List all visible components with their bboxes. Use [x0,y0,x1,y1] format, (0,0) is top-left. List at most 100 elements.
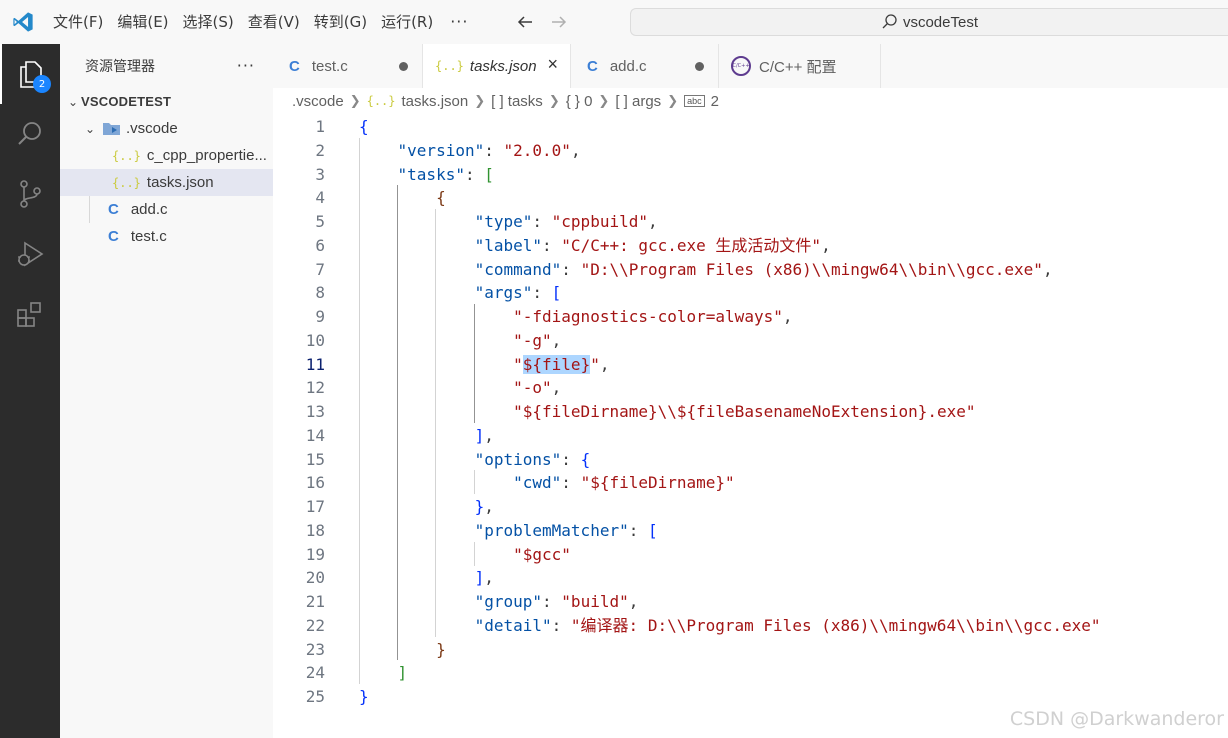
code-line: 20 ], [305,568,494,588]
tree-file-label: c_cpp_propertie... [146,147,267,164]
extensions-icon[interactable] [0,284,60,344]
json-file-icon: {..} [366,94,396,108]
explorer-header: 资源管理器 ··· [60,44,273,88]
breadcrumb-item[interactable]: tasks.json [402,93,469,110]
folder-vscode-icon [103,122,120,135]
menu-view[interactable]: 查看(V) [241,0,307,44]
json-file-icon: {..} [112,175,141,190]
code-line: 14 ], [305,425,494,445]
tab-cpp-config[interactable]: C/C++ C/C++ 配置 [719,44,881,88]
explorer-badge: 2 [33,75,51,93]
tab-tasks-json[interactable]: {..} tasks.json × [423,44,571,88]
close-icon[interactable]: × [547,54,558,75]
title-bar: 文件(F) 编辑(E) 选择(S) 查看(V) 转到(G) 运行(R) ··· … [0,0,1228,44]
tree-file-tasks-json[interactable]: {..} tasks.json [60,169,273,196]
chevron-right-icon: ❯ [474,93,486,108]
search-icon [882,14,897,29]
editor-tabs: C test.c {..} tasks.json × C add.c C/C++… [273,44,1228,88]
vscode-logo-icon[interactable] [0,0,46,44]
tab-test-c[interactable]: C test.c [273,44,423,88]
menu-selection[interactable]: 选择(S) [176,0,241,44]
breadcrumb-item[interactable]: [ ] args [615,93,661,110]
code-line: 12 "-o", [305,378,562,398]
code-line: 10 "-g", [305,330,562,350]
code-line: 3 "tasks": [ [315,164,494,184]
search-text: vscodeTest [902,13,979,31]
code-line: 1{ [315,117,369,136]
code-line: 4 { [315,188,446,208]
activity-bar: 2 [0,44,60,738]
unsaved-dot-icon[interactable] [399,62,408,71]
tree-file-add-c[interactable]: C add.c [60,196,273,223]
chevron-right-icon: ❯ [349,93,361,108]
code-line: 19 "$gcc" [305,544,571,564]
chevron-right-icon: ❯ [598,93,610,108]
chevron-down-icon: ⌄ [67,94,79,109]
code-line: 2 "version": "2.0.0", [315,140,581,160]
tree-file-label: tasks.json [146,174,214,191]
menu-edit[interactable]: 编辑(E) [110,0,175,44]
tab-label: tasks.json [469,57,537,75]
code-line: 8 "args": [ [315,283,562,303]
code-line: 9 "-fdiagnostics-color=always", [315,307,793,326]
search-activity-icon[interactable] [0,104,60,164]
source-control-icon[interactable] [0,164,60,224]
tab-label: add.c [609,57,647,75]
code-editor[interactable]: 1{ 2 "version": "2.0.0", 3 "tasks": [ 4 … [273,114,1228,738]
workspace-root[interactable]: ⌄ VSCODETEST [60,88,273,115]
workspace-root-label: VSCODETEST [81,94,172,109]
tree-file-label: add.c [130,201,168,218]
chevron-down-icon: ⌄ [84,121,96,136]
code-line: 13 "${fileDirname}\\${fileBasenameNoExte… [305,402,976,421]
c-file-icon: C [587,57,598,75]
menu-go[interactable]: 转到(G) [307,0,374,44]
tree-folder-label: .vscode [126,120,178,137]
breadcrumb: .vscode ❯ {..} tasks.json ❯ [ ] tasks ❯ … [273,88,1228,114]
breadcrumb-item[interactable]: .vscode [292,93,344,110]
breadcrumb-item[interactable]: { } 0 [566,93,593,110]
menu-more-icon[interactable]: ··· [440,0,478,44]
code-line: 22 "detail": "编译器: D:\\Program Files (x8… [305,615,1101,635]
code-line-current: 11 "${file}", [305,354,610,374]
unsaved-dot-icon[interactable] [695,62,704,71]
code-line: 15 "options": { [305,449,591,469]
code-line: 5 "type": "cppbuild", [315,212,658,231]
menu-file[interactable]: 文件(F) [46,0,110,44]
watermark: CSDN @Darkwanderor [1009,708,1224,730]
command-center-search[interactable]: vscodeTest [630,8,1228,36]
tree-folder-vscode[interactable]: ⌄ .vscode [60,115,273,142]
cpp-extension-icon: C/C++ [731,56,751,76]
explorer-icon[interactable]: 2 [0,44,60,104]
code-line: 6 "label": "C/C++: gcc.exe 生成活动文件", [315,235,831,255]
tab-label: test.c [311,57,348,75]
menu-run[interactable]: 运行(R) [374,0,440,44]
tab-label: C/C++ 配置 [759,58,837,76]
tree-file-test-c[interactable]: C test.c [60,223,273,250]
explorer-more-icon[interactable]: ··· [237,56,255,75]
code-line: 16 "cwd": "${fileDirname}" [305,473,735,493]
tree-file-label: test.c [130,228,167,245]
chevron-right-icon: ❯ [548,93,560,108]
forward-arrow-icon[interactable] [550,14,568,30]
back-arrow-icon[interactable] [516,14,534,30]
breadcrumb-item[interactable]: 2 [711,93,719,110]
explorer-sidebar: 资源管理器 ··· ⌄ VSCODETEST ⌄ .vscode {..} c_… [60,44,273,738]
chevron-right-icon: ❯ [667,93,679,108]
run-debug-icon[interactable] [0,224,60,284]
code-line: 7 "command": "D:\\Program Files (x86)\\m… [315,259,1053,279]
code-line: 17 }, [305,497,494,516]
string-value-icon: abc [684,95,705,107]
c-file-icon: C [289,57,300,75]
navigation-arrows [516,14,568,30]
c-file-icon: C [108,201,119,218]
code-line: 21 "group": "build", [305,592,639,611]
code-line: 25} [305,687,369,706]
breadcrumb-item[interactable]: [ ] tasks [491,93,543,110]
code-line: 24 ] [305,663,408,683]
tab-add-c[interactable]: C add.c [571,44,719,88]
c-file-icon: C [108,228,119,245]
tree-file-c-cpp-properties[interactable]: {..} c_cpp_propertie... [60,142,273,169]
code-line: 18 "problemMatcher": [ [305,520,658,540]
json-file-icon: {..} [435,59,464,73]
code-line: 23 } [305,639,446,659]
